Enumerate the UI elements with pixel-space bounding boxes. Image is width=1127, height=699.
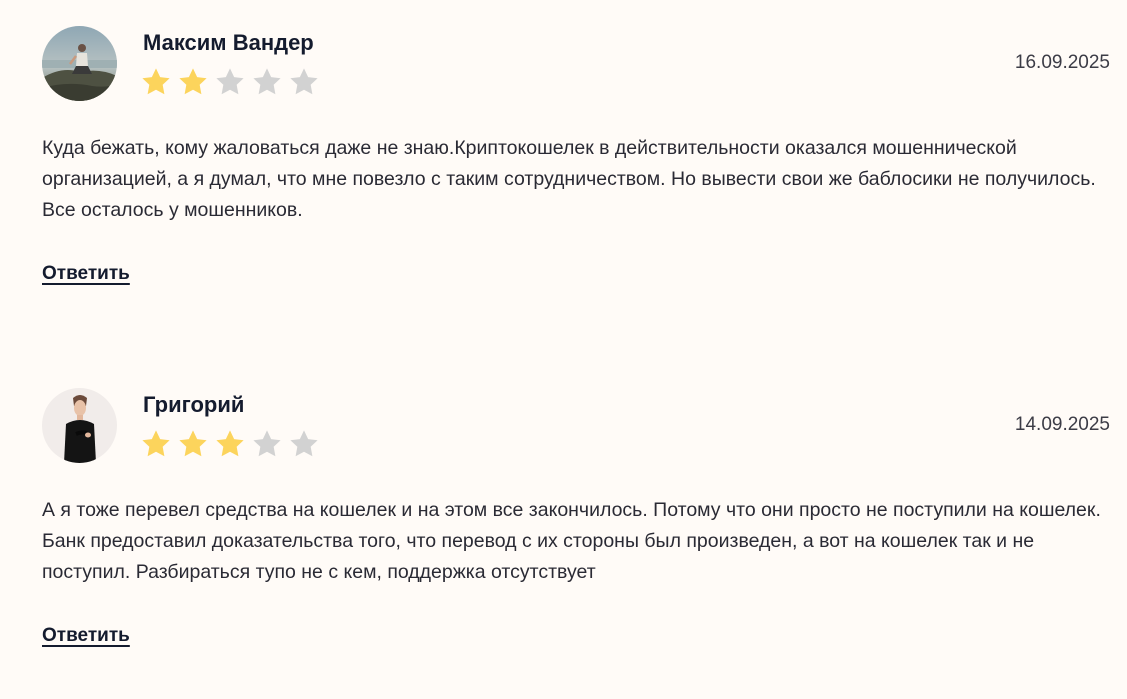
star-icon xyxy=(290,430,318,457)
author-name: Григорий xyxy=(143,392,245,417)
review-date: 16.09.2025 xyxy=(1014,52,1110,73)
author-avatar xyxy=(42,388,117,463)
reviews-list: Максим Вандер 16.09.2025 Куда бежать, ко… xyxy=(0,0,1127,699)
reply-link[interactable]: Ответить xyxy=(42,263,130,285)
rating-stars xyxy=(140,428,320,460)
star-icon xyxy=(290,68,318,95)
star-icon xyxy=(179,430,207,457)
review-date: 14.09.2025 xyxy=(1014,414,1110,435)
star-icon xyxy=(216,68,244,95)
star-icon xyxy=(179,68,207,95)
reply-link[interactable]: Ответить xyxy=(42,625,130,647)
review-text: А я тоже перевел средства на кошелек и н… xyxy=(42,499,1101,583)
star-icon xyxy=(216,430,244,457)
star-icon xyxy=(253,68,281,95)
review-text: Куда бежать, кому жаловаться даже не зна… xyxy=(42,137,1096,221)
star-icon xyxy=(142,68,170,95)
star-icon xyxy=(253,430,281,457)
star-icon xyxy=(142,430,170,457)
author-name: Максим Вандер xyxy=(143,30,314,55)
rating-stars xyxy=(140,66,320,98)
author-avatar xyxy=(42,26,117,101)
